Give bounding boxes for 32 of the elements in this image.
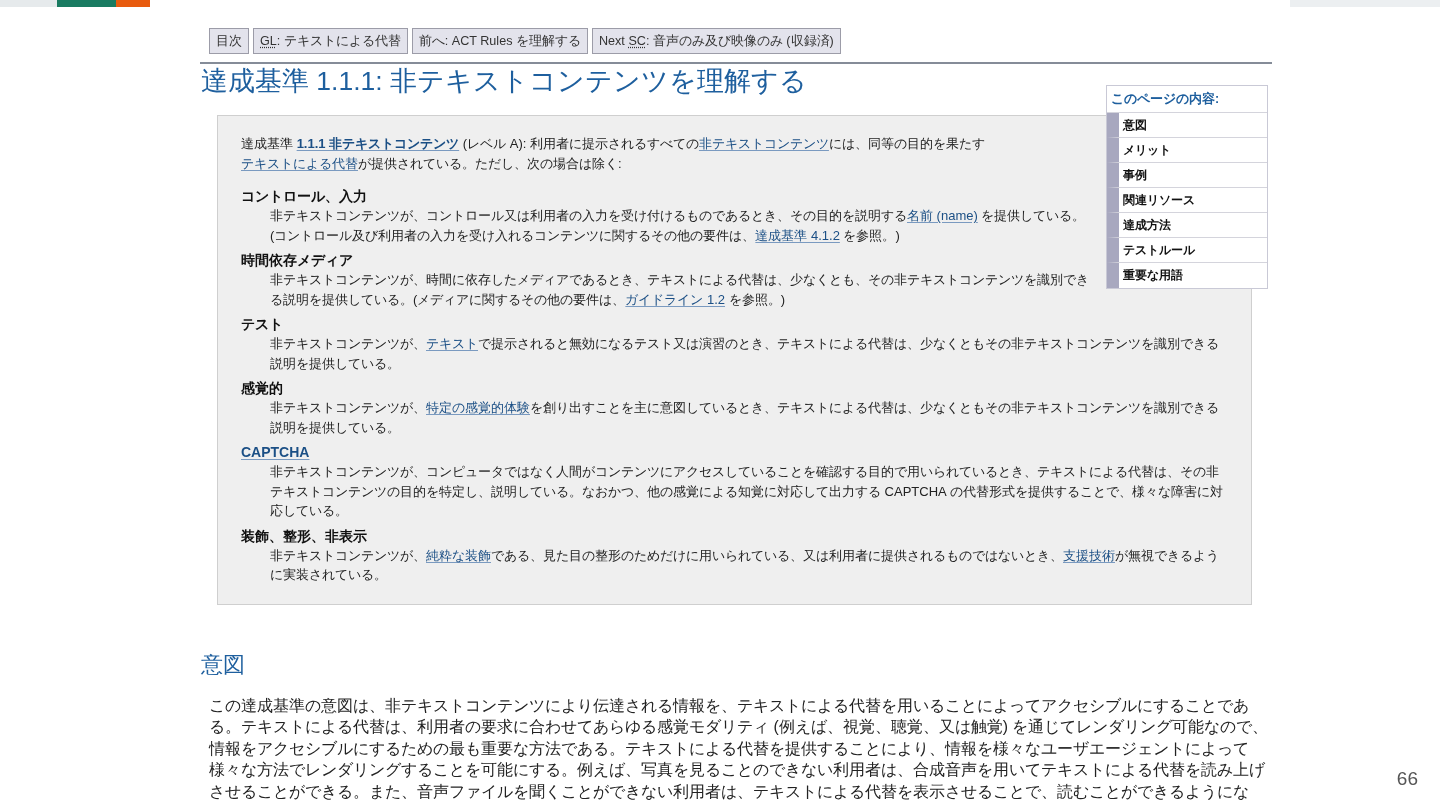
inline-link[interactable]: 純粋な装飾 bbox=[426, 547, 491, 563]
inline-link[interactable]: 支援技術 bbox=[1063, 547, 1115, 563]
definition-term: コントロール、入力 bbox=[241, 188, 367, 204]
definition-text: 非テキストコンテンツが、特定の感覚的体験を創り出すことを主に意図しているとき、テキストによる代替は、少なくともその非テキストコンテンツを識別できる説明を提供している。 bbox=[270, 399, 1220, 437]
inline-link[interactable]: 名前 (name) bbox=[907, 208, 978, 223]
nav-button[interactable]: 目次 bbox=[209, 28, 249, 54]
definition-text: 非テキストコンテンツが、コントロール又は利用者の入力を受け付けるものであるとき、その目的を説明する名前 (name) を提供している。(コントロール及び利用者の入力を受け入れるコンテンツに関するその他の要件は、達成基準 4.1.2 を参照。) bbox=[270, 207, 1087, 245]
inline-link[interactable]: 特定の感覚的体験 bbox=[426, 400, 530, 415]
definition-term: 感覚的 bbox=[241, 380, 283, 396]
definition-text: 非テキストコンテンツが、テキスト で提示されると無効になるテスト又は演習のとき、テキストによる代替は、少なくともその非テキストコンテンツを識別できる説明を提供している。 bbox=[270, 335, 1220, 373]
inline-link[interactable]: 達成基準 4.1.2 bbox=[755, 227, 840, 243]
nav-button[interactable]: Next SC: 音声のみ及び映像のみ (収録済) bbox=[591, 28, 841, 54]
definition-text: 非テキストコンテンツが、コンピュータではなく人間がコンテンツにアクセスしていることを確認する目的で用いられているとき、テキストによる代替は、その非テキストコンテンツの目的を特定し、説明している。なおかつ、他の感覚による知覚に対応して出力する CAPTCHA の代替形式を提供することで、様々な障害に対応している。 bbox=[270, 463, 1224, 520]
nav-button[interactable]: 前へ: ACT Rules を理解する bbox=[411, 28, 588, 54]
inline-link[interactable]: 非テキストコンテンツ bbox=[698, 136, 829, 151]
definition-text: 非テキストコンテンツが、純粋な装飾である、見た目の整形のためだけに用いられている、又は利用者に提供されるものではないとき、支援技術が無視できるように実装されている。 bbox=[270, 546, 1220, 584]
inline-link[interactable]: テキスト bbox=[426, 336, 478, 351]
definition-term: テスト bbox=[241, 316, 283, 332]
term-link[interactable]: CAPTCHA bbox=[241, 444, 310, 460]
slide-number: 66 bbox=[1396, 768, 1418, 790]
inline-link[interactable]: ガイドライン 1.2 bbox=[625, 291, 726, 307]
section-heading: 意図 bbox=[201, 650, 245, 679]
page-title: 達成基準 1.1.1: 非テキストコンテンツを理解する bbox=[200, 65, 808, 98]
definition-text: 非テキストコンテンツが、時間に依存したメディアであるとき、テキストによる代替は、少なくとも、その非テキストコンテンツを識別できる説明を提供している。(メディアに関するその他の要件は、ガイドライン 1.2 を参照。) bbox=[270, 271, 1090, 309]
criterion-text: 達成基準 1.1.1 非テキストコンテンツ (レベル A): 利用者に提示されるすべての非テキストコンテンツには、同等の目的を果たす テキストによる代替が提供されている。ただし、次の場合は除く: bbox=[241, 135, 986, 173]
toc-heading: このページの内容: bbox=[1107, 86, 1267, 113]
inline-link[interactable]: 1.1.1 非テキストコンテンツ bbox=[296, 136, 460, 151]
definition-term: 時間依存メディア bbox=[241, 252, 353, 268]
nav-button[interactable]: GL: テキストによる代替 bbox=[253, 28, 408, 54]
inline-link[interactable]: テキストによる代替 bbox=[241, 155, 358, 171]
intent-paragraph: この達成基準の意図は、非テキストコンテンツにより伝達される情報を、テキストによる代替を用いることによってアクセシブルにすることである。テキストによる代替は、利用者の要求に合わせてあらゆる感覚モダリティ (例えば、視覚、聴覚、又は触覚) を通じてレンダリング可能なので、情報をアクセシブルにするための最も重要な方法である。テキストによる代替を提供することにより、情報を様々なユーザエージェントによって様々な方法でレンダリングすることを可能にする。例えば、写真を見ることのできない利用者は、合成音声を用いてテキストによる代替を読み上げさせることができる。また、音声ファイルを聞くことができない利用者は、テキストによる代替を表示させることで、読むことができるようにな bbox=[209, 695, 1269, 802]
definition-term: 装飾、整形、非表示 bbox=[241, 527, 367, 544]
